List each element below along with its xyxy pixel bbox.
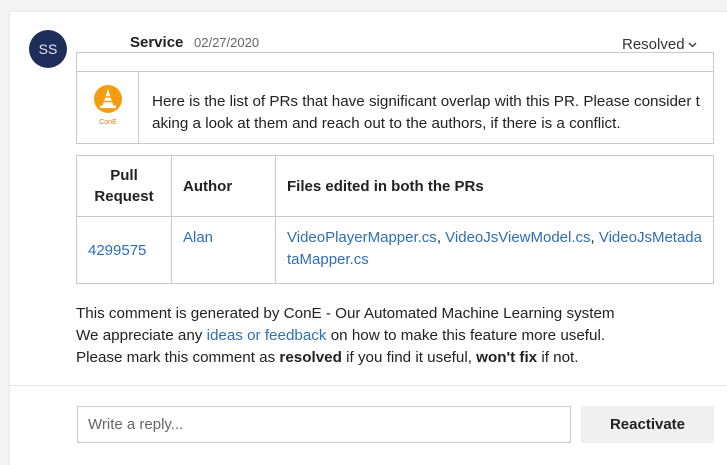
pr-overlap-table: Pull Request Author Files edited in both… bbox=[76, 155, 714, 284]
file-link[interactable]: VideoJsViewModel.cs bbox=[445, 229, 590, 246]
footer-line: This comment is generated by ConE - Our … bbox=[76, 305, 615, 322]
footer-line: Please mark this comment as resolved if … bbox=[76, 349, 579, 366]
author-cell: Alan bbox=[171, 216, 276, 284]
table-header-row: Pull Request Author Files edited in both… bbox=[76, 155, 714, 217]
chevron-down-icon bbox=[688, 42, 697, 47]
status-value: Resolved bbox=[622, 36, 685, 53]
author-link[interactable]: Alan bbox=[183, 229, 213, 246]
feedback-link[interactable]: ideas or feedback bbox=[207, 327, 327, 344]
bot-icon-label: ConE bbox=[99, 119, 117, 126]
header-pull-request: Pull Request bbox=[76, 155, 172, 217]
files-cell: VideoPlayerMapper.cs, VideoJsViewModel.c… bbox=[275, 216, 714, 284]
status-dropdown[interactable]: Resolved bbox=[622, 36, 697, 53]
divider bbox=[10, 385, 727, 386]
footer-text: This comment is generated by ConE - Our … bbox=[76, 303, 615, 369]
file-link[interactable]: VideoPlayerMapper.cs bbox=[287, 229, 437, 246]
comment-date: 02/27/2020 bbox=[194, 35, 260, 50]
reply-input[interactable] bbox=[77, 406, 571, 443]
comment-author: Service bbox=[130, 34, 184, 51]
footer-line: We appreciate any ideas or feedback on h… bbox=[76, 327, 606, 344]
header-author: Author bbox=[171, 155, 276, 217]
bot-intro-text: Here is the list of PRs that have signif… bbox=[152, 93, 700, 132]
divider bbox=[138, 71, 139, 144]
file-separator: , bbox=[590, 229, 599, 246]
avatar: SS bbox=[29, 30, 67, 68]
header-files: Files edited in both the PRs bbox=[275, 155, 714, 217]
reactivate-button[interactable]: Reactivate bbox=[581, 406, 714, 443]
divider bbox=[77, 71, 713, 72]
pr-cell: 4299575 bbox=[76, 216, 172, 284]
avatar-initials: SS bbox=[38, 41, 58, 57]
file-separator: , bbox=[436, 229, 446, 246]
table-row: 4299575 Alan VideoPlayerMapper.cs, Video… bbox=[76, 216, 714, 284]
bot-message-box: ConE Here is the list of PRs that have s… bbox=[76, 52, 714, 144]
comment-card: SS Service 02/27/2020 Resolved ConE Here… bbox=[10, 12, 727, 465]
cone-bot-icon: ConE bbox=[91, 84, 125, 126]
pr-link[interactable]: 4299575 bbox=[88, 242, 146, 259]
